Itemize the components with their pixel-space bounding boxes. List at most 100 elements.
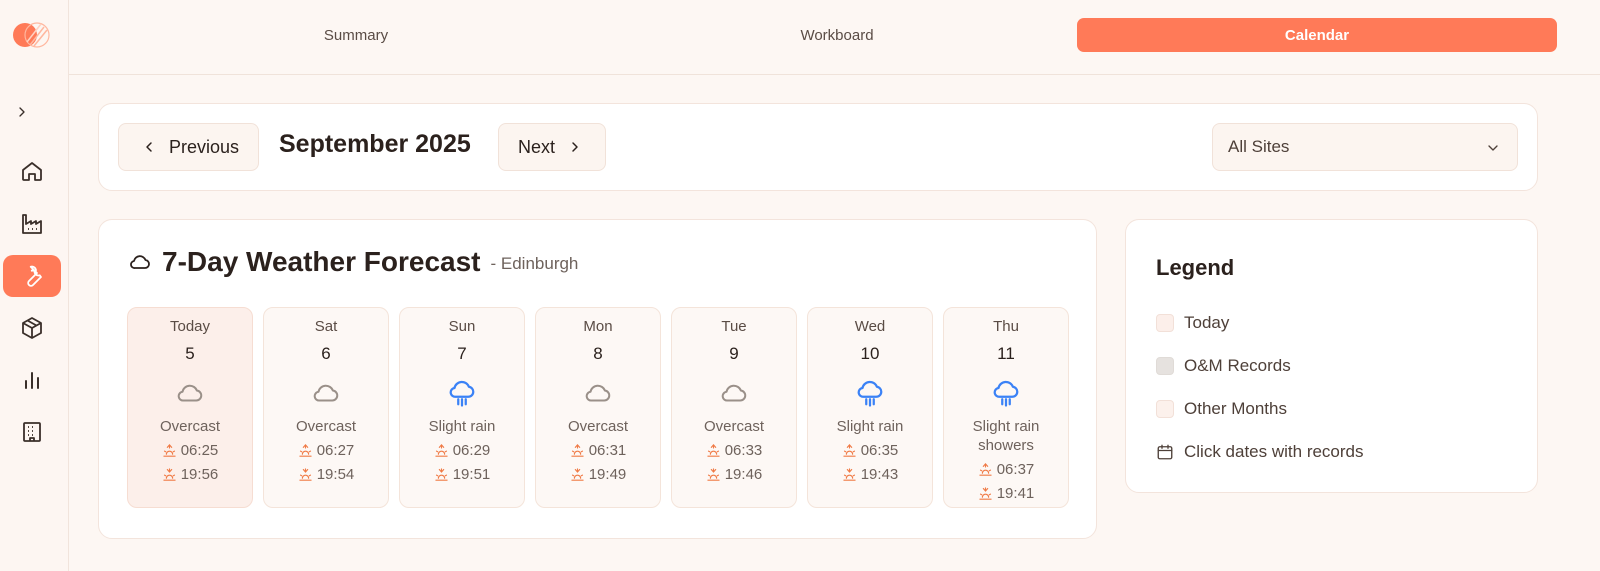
day-name: Today: [169, 318, 211, 335]
month-navigation-bar: Previous September 2025 Next All Sites: [98, 103, 1538, 191]
sunrise-value: 06:37: [996, 461, 1035, 478]
legend-label: Today: [1184, 313, 1230, 332]
sunrise-icon: [434, 443, 453, 458]
rain-icon: [855, 378, 885, 408]
forecast-day-card[interactable]: Tue 9 Overcast 06:33 19:46: [671, 307, 797, 508]
tab-calendar[interactable]: Calendar: [1077, 18, 1557, 52]
sunset-time: 19:41: [978, 484, 1035, 503]
sunset-value: 19:56: [180, 466, 219, 483]
legend-item-other-months: Other Months: [1156, 399, 1287, 419]
sunset-icon: [842, 467, 861, 482]
tab-summary[interactable]: Summary: [116, 18, 596, 52]
weather-condition: Overcast: [159, 418, 220, 435]
day-date: 11: [997, 344, 1015, 363]
sunset-time: 19:51: [434, 465, 491, 484]
sunrise-icon: [706, 443, 725, 458]
day-name: Sun: [448, 318, 476, 335]
weather-condition: Slight rain: [428, 418, 496, 435]
tab-workboard[interactable]: Workboard: [597, 18, 1077, 52]
bar-chart-icon[interactable]: [3, 359, 61, 401]
sunset-time: 19:54: [298, 465, 355, 484]
month-title: September 2025: [279, 130, 471, 158]
sunrise-time: 06:31: [570, 441, 627, 460]
day-name: Wed: [854, 318, 886, 335]
top-tab-bar: Summary Workboard Calendar: [69, 0, 1600, 75]
day-date: 5: [185, 344, 195, 363]
weather-condition: Overcast: [703, 418, 764, 435]
day-date: 8: [593, 344, 603, 363]
forecast-day-card[interactable]: Today 5 Overcast 06:25 19:56: [127, 307, 253, 508]
legend-item-records: O&M Records: [1156, 356, 1291, 376]
sunrise-time: 06:33: [706, 441, 763, 460]
forecast-day-card[interactable]: Sat 6 Overcast 06:27 19:54: [263, 307, 389, 508]
legend-card: Legend Today O&M Records Other Months Cl…: [1125, 219, 1538, 493]
day-date: 10: [860, 344, 880, 363]
cloud-icon: [175, 378, 205, 408]
forecast-day-card[interactable]: Mon 8 Overcast 06:31 19:49: [535, 307, 661, 508]
cloud-icon: [130, 255, 150, 269]
cloud-icon: [311, 378, 341, 408]
next-button[interactable]: Next: [498, 123, 606, 171]
sunset-icon: [978, 486, 997, 501]
wrench-icon[interactable]: [3, 255, 61, 297]
sunrise-icon: [298, 443, 317, 458]
day-date: 7: [457, 344, 467, 363]
box-icon[interactable]: [3, 307, 61, 349]
sunset-value: 19:41: [996, 485, 1035, 502]
expand-chevron-icon[interactable]: [12, 100, 32, 124]
forecast-header: 7-Day Weather Forecast - Edinburgh: [128, 246, 578, 278]
forecast-title: 7-Day Weather Forecast: [162, 246, 481, 277]
sunrise-time: 06:35: [842, 441, 899, 460]
next-label: Next: [518, 136, 556, 157]
legend-label: Other Months: [1184, 399, 1287, 418]
sunrise-value: 06:27: [316, 442, 355, 459]
previous-button[interactable]: Previous: [118, 123, 259, 171]
sunrise-value: 06:31: [588, 442, 627, 459]
legend-label: O&M Records: [1184, 356, 1291, 375]
building-icon[interactable]: [3, 411, 61, 453]
legend-item-today: Today: [1156, 313, 1229, 333]
sunrise-time: 06:25: [162, 441, 218, 460]
factory-icon[interactable]: [3, 203, 61, 245]
calendar-icon: [1157, 444, 1173, 460]
rain-icon: [991, 378, 1021, 408]
day-name: Mon: [583, 318, 613, 335]
sunrise-icon: [842, 443, 861, 458]
sunrise-icon: [570, 443, 589, 458]
sunrise-time: 06:37: [978, 460, 1035, 479]
sunrise-value: 06:33: [724, 442, 763, 459]
chevron-down-icon: [1488, 145, 1498, 151]
sunset-value: 19:54: [316, 466, 355, 483]
sunset-time: 19:46: [706, 465, 763, 484]
legend-title: Legend: [1156, 255, 1235, 280]
legend-swatch-other-months: [1156, 400, 1174, 418]
site-filter-select[interactable]: All Sites: [1212, 123, 1518, 171]
home-icon[interactable]: [3, 150, 61, 192]
forecast-day-card[interactable]: Wed 10 Slight rain 06:35 19:43: [807, 307, 933, 508]
app-logo[interactable]: [12, 21, 50, 49]
day-name: Tue: [721, 318, 747, 335]
legend-label: Click dates with records: [1184, 442, 1364, 461]
legend-swatch-records: [1156, 357, 1174, 375]
chevron-right-icon: [572, 142, 578, 152]
forecast-location: - Edinburgh: [490, 254, 579, 273]
legend-item-click-dates: Click dates with records: [1156, 442, 1364, 462]
sunset-icon: [162, 467, 181, 482]
sunset-value: 19:46: [724, 466, 763, 483]
sunrise-value: 06:35: [860, 442, 899, 459]
weather-condition: Slight rain: [836, 418, 904, 435]
sunset-icon: [298, 467, 317, 482]
sunset-icon: [706, 467, 725, 482]
weather-condition: Slight rain showers: [972, 418, 1040, 454]
forecast-day-card[interactable]: Thu 11 Slight rain showers 06:37 19:41: [943, 307, 1069, 508]
sunset-time: 19:43: [842, 465, 898, 484]
weather-condition: Overcast: [567, 418, 628, 435]
forecast-day-card[interactable]: Sun 7 Slight rain 06:29 19:51: [399, 307, 525, 508]
cloud-icon: [583, 378, 613, 408]
previous-label: Previous: [169, 136, 240, 157]
cloud-icon: [719, 378, 749, 408]
day-name: Sat: [314, 318, 338, 335]
legend-swatch-today: [1156, 314, 1174, 332]
sunrise-value: 06:29: [452, 442, 491, 459]
sunset-value: 19:51: [452, 466, 491, 483]
